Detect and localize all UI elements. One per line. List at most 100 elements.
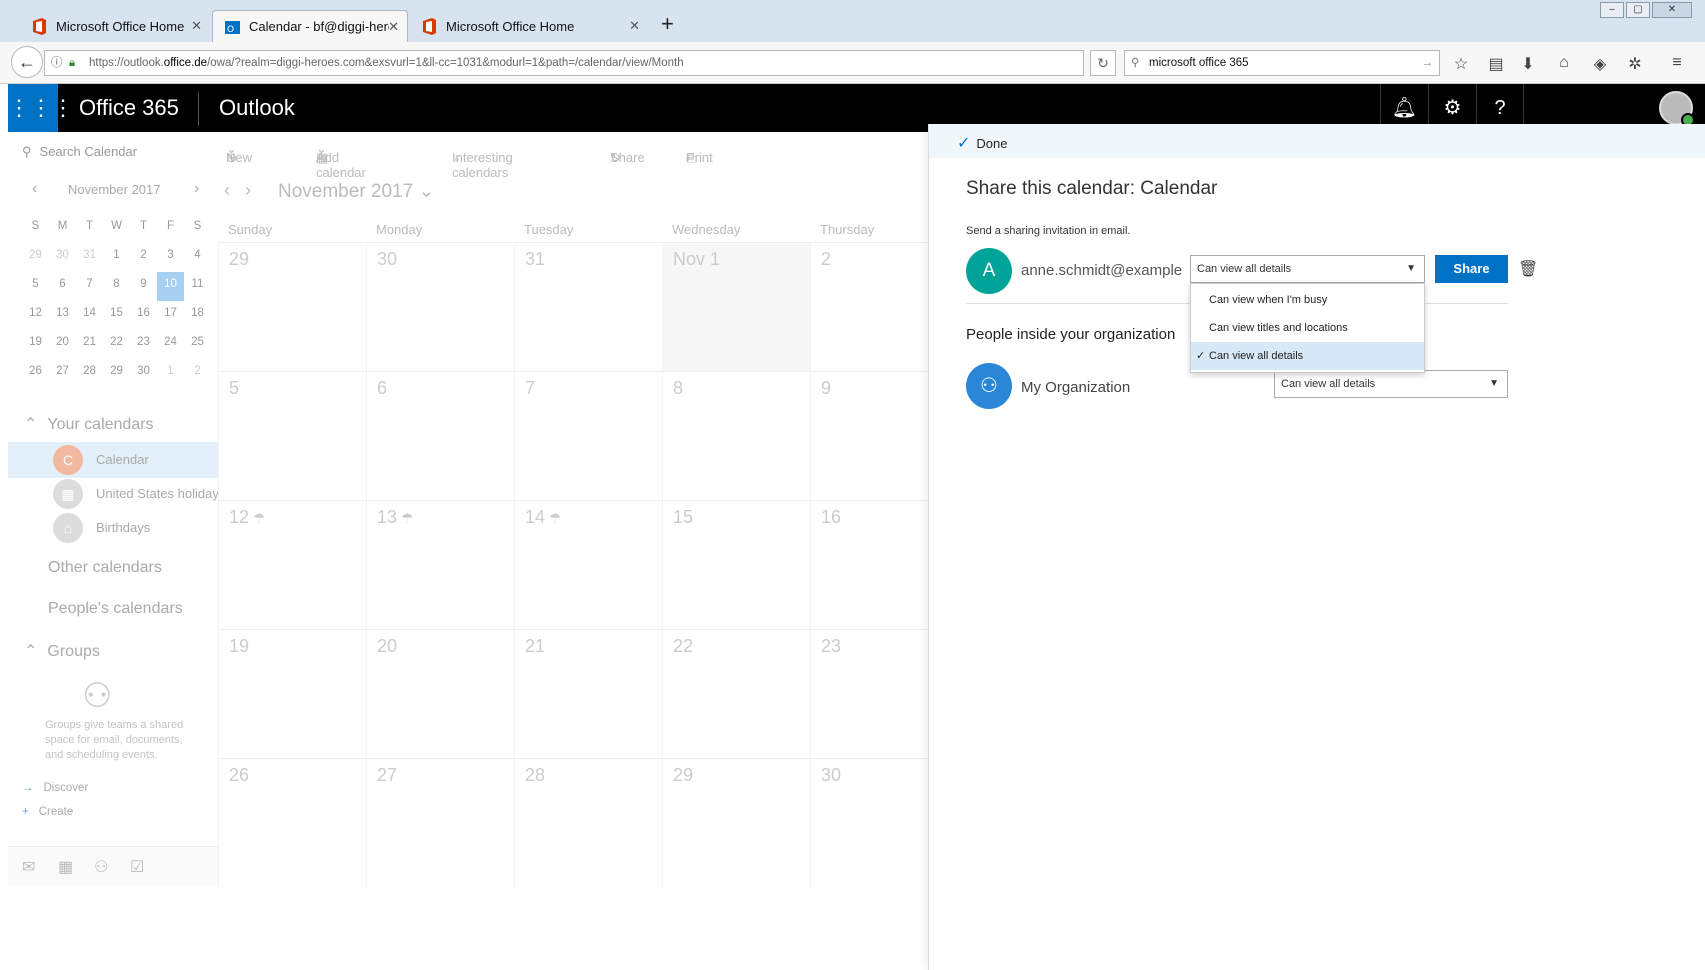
chevron-left-icon[interactable]: ‹ — [224, 180, 230, 200]
day-cell[interactable]: 23 — [810, 630, 928, 759]
reading-list-icon[interactable]: ▤ — [1486, 54, 1506, 74]
mini-calendar-day[interactable]: 9 — [130, 272, 157, 301]
add-calendar-button[interactable]: ▦ Add calendar ⌄ — [316, 141, 366, 180]
day-cell[interactable]: 15 — [662, 501, 810, 630]
day-cell[interactable]: 31 — [514, 243, 662, 372]
mini-calendar-day[interactable]: 22 — [103, 330, 130, 359]
bookmark-star-icon[interactable]: ☆ — [1451, 54, 1471, 74]
day-cell[interactable]: 8 — [662, 372, 810, 501]
reload-icon[interactable]: ↻ — [1090, 50, 1116, 76]
done-button[interactable]: ✓ Done — [957, 133, 1007, 153]
mini-calendar-day[interactable]: 29 — [22, 243, 49, 272]
mini-calendar-day[interactable]: 16 — [130, 301, 157, 330]
minimize-window-button[interactable]: – — [1600, 2, 1624, 18]
close-tab-icon[interactable]: ✕ — [191, 18, 202, 34]
day-cell[interactable]: 21 — [514, 630, 662, 759]
day-cell[interactable]: 5 — [218, 372, 366, 501]
mini-calendar-day[interactable]: 1 — [103, 243, 130, 272]
mini-calendar-day[interactable]: 14 — [76, 301, 103, 330]
mini-calendar-day[interactable]: 29 — [103, 359, 130, 388]
address-bar[interactable]: ⓘ 🔒︎ https://outlook.office.de/owa/?real… — [44, 50, 1084, 76]
day-cell[interactable]: 2 — [810, 243, 928, 372]
close-tab-icon[interactable]: ✕ — [629, 18, 640, 34]
day-cell[interactable]: 9 — [810, 372, 928, 501]
day-cell[interactable]: 30 — [366, 243, 514, 372]
day-cell[interactable]: 28 — [514, 759, 662, 888]
mini-calendar-day[interactable]: 15 — [103, 301, 130, 330]
day-cell[interactable]: Nov 1 — [662, 243, 810, 372]
browser-tab-3[interactable]: Microsoft Office Home ✕ — [410, 10, 648, 42]
mini-calendar-day[interactable]: 17 — [157, 301, 184, 330]
mail-icon[interactable]: ✉ — [22, 857, 35, 877]
create-link[interactable]: + Create — [22, 806, 73, 818]
maximize-window-button[interactable]: ▢ — [1626, 2, 1650, 18]
search-calendar-input[interactable]: ⚲ Search Calendar — [22, 144, 137, 160]
chevron-right-icon[interactable]: › — [245, 180, 251, 200]
menu-icon[interactable]: ≡ — [1667, 54, 1687, 72]
day-cell[interactable]: 13 ☂ — [366, 501, 514, 630]
other-calendars-header[interactable]: Other calendars — [48, 559, 162, 577]
info-icon[interactable]: ⓘ — [51, 51, 63, 75]
mini-calendar-day[interactable]: 26 — [22, 359, 49, 388]
your-calendars-header[interactable]: ⌃ Your calendars — [24, 414, 154, 434]
mini-calendar-day[interactable]: 13 — [49, 301, 76, 330]
calendar-item-us-holidays[interactable]: ▦ United States holiday — [8, 476, 218, 512]
day-cell[interactable]: 14 ☂ — [514, 501, 662, 630]
day-cell[interactable]: 6 — [366, 372, 514, 501]
mini-calendar-day[interactable]: 3 — [157, 243, 184, 272]
mini-calendar-day[interactable]: 2 — [184, 359, 211, 388]
day-cell[interactable]: 30 — [810, 759, 928, 888]
trash-icon[interactable]: 🗑︎ — [1518, 259, 1538, 279]
mini-calendar-day[interactable]: 12 — [22, 301, 49, 330]
mini-calendar-day[interactable]: 10 — [157, 272, 184, 301]
day-cell[interactable]: 27 — [366, 759, 514, 888]
browser-tab-1[interactable]: Microsoft Office Home ✕ — [20, 10, 210, 42]
mini-calendar-day[interactable]: 20 — [49, 330, 76, 359]
calendar-icon[interactable]: ▦ — [58, 857, 73, 877]
people-icon[interactable]: ⚇ — [94, 857, 108, 877]
app-launcher-icon[interactable]: ⋮⋮⋮ — [8, 84, 74, 132]
mini-calendar-day[interactable]: 6 — [49, 272, 76, 301]
mini-calendar-day[interactable]: 8 — [103, 272, 130, 301]
peoples-calendars-header[interactable]: People's calendars — [48, 600, 183, 618]
avatar[interactable] — [1659, 91, 1695, 127]
groups-header[interactable]: ⌃ Groups — [24, 641, 100, 661]
day-cell[interactable]: 7 — [514, 372, 662, 501]
chevron-left-icon[interactable]: ‹ — [32, 180, 37, 198]
permission-option-titles[interactable]: Can view titles and locations — [1191, 314, 1424, 342]
new-tab-button[interactable]: + — [661, 13, 674, 35]
close-tab-icon[interactable]: ✕ — [388, 19, 399, 35]
mini-calendar-day[interactable]: 21 — [76, 330, 103, 359]
browser-search-field[interactable]: ⚲ microsoft office 365 → — [1124, 50, 1440, 76]
day-cell[interactable]: 16 — [810, 501, 928, 630]
outlook-app-title[interactable]: Outlook — [219, 95, 295, 121]
mini-calendar-day[interactable]: 30 — [130, 359, 157, 388]
mini-calendar-day[interactable]: 24 — [157, 330, 184, 359]
month-title[interactable]: November 2017 ⌄ — [278, 180, 434, 203]
discover-link[interactable]: → Discover — [22, 782, 88, 794]
mini-calendar-day[interactable]: 2 — [130, 243, 157, 272]
day-cell[interactable]: 29 — [218, 243, 366, 372]
browser-tab-2[interactable]: O Calendar - bf@diggi-heroes.d ✕ — [212, 10, 408, 42]
share-button[interactable]: Share — [1435, 255, 1508, 283]
permission-select[interactable]: Can view all details ▼ — [1190, 255, 1425, 283]
office-365-brand[interactable]: Office 365 — [79, 95, 179, 121]
extension-icon[interactable]: ✲ — [1625, 54, 1645, 74]
mini-calendar-day[interactable]: 30 — [49, 243, 76, 272]
day-cell[interactable]: 19 — [218, 630, 366, 759]
tasks-icon[interactable]: ☑ — [130, 857, 144, 877]
mini-calendar-day[interactable]: 4 — [184, 243, 211, 272]
back-button[interactable]: ← — [11, 46, 43, 78]
permission-option-all-details[interactable]: ✓ Can view all details — [1191, 342, 1424, 370]
mini-calendar-day[interactable]: 7 — [76, 272, 103, 301]
mini-calendar-day[interactable]: 25 — [184, 330, 211, 359]
day-cell[interactable]: 29 — [662, 759, 810, 888]
mini-calendar-day[interactable]: 5 — [22, 272, 49, 301]
mini-calendar-day[interactable]: 28 — [76, 359, 103, 388]
permission-option-busy[interactable]: Can view when I'm busy — [1191, 286, 1424, 314]
calendar-item-birthdays[interactable]: ⌂ Birthdays — [8, 510, 218, 546]
organization-permission-select[interactable]: Can view all details ▼ — [1274, 370, 1508, 398]
calendar-item-calendar[interactable]: C Calendar — [8, 442, 218, 478]
go-arrow-icon[interactable]: → — [1422, 51, 1434, 75]
mini-calendar-day[interactable]: 27 — [49, 359, 76, 388]
